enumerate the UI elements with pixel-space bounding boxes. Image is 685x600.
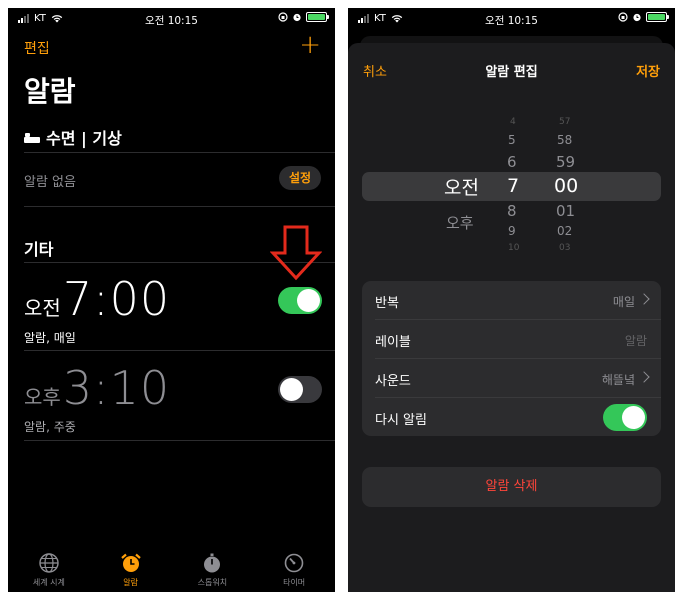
alarm-toggle-off[interactable] [278,376,322,403]
orientation-lock-icon [278,12,288,22]
minute-option: 59 [556,153,576,171]
save-button[interactable]: 저장 [636,61,660,80]
edit-alarm-screen: KT 오전 10:15 취소 알람 편집 저장 오전 오후 4 5 6 7 8 [348,8,675,592]
edit-sheet: 취소 알람 편집 저장 오전 오후 4 5 6 7 8 9 10 57 58 5… [348,43,675,592]
red-down-arrow-icon [270,225,322,281]
minute-wheel[interactable]: 57 58 59 00 01 02 03 [554,105,588,275]
sound-label: 사운드 [375,374,411,389]
alarm-period: 오후 [24,385,61,409]
other-section-title: 기타 [24,240,54,259]
chevron-right-icon [638,293,650,305]
alarm-status-icon [293,13,301,22]
status-bar: KT 오전 10:15 [348,8,675,30]
tab-label: 타이머 [283,578,306,587]
repeat-row[interactable]: 반복 매일 [362,281,661,320]
hour-wheel[interactable]: 4 5 6 7 8 9 10 [502,105,530,275]
sleep-section-title: 수면 | 기상 [46,129,122,148]
minute-option: 02 [557,224,573,238]
alarm-time: 7:00 [62,272,171,326]
label-row[interactable]: 레이블 알람 [362,320,661,359]
stopwatch-icon [204,553,221,573]
chevron-right-icon [638,371,650,383]
tab-alarm[interactable]: 알람 [90,544,172,592]
hour-option: 8 [507,202,517,220]
snooze-toggle[interactable] [603,404,647,431]
minute-option-selected: 00 [554,175,579,197]
alarm-period: 오전 [24,296,61,320]
hour-option: 6 [507,153,517,171]
sleep-section-header: 수면 | 기상 [24,125,122,149]
add-alarm-button[interactable]: + [299,32,321,58]
repeat-label: 반복 [375,296,399,311]
alarm-detail: 알람, 매일 [24,331,76,345]
alarm-status-icon [633,13,641,22]
alarm-time: 3:10 [62,361,171,415]
page-title: 알람 [24,75,76,108]
timer-icon [284,553,304,573]
divider [24,440,335,441]
minute-option: 01 [556,202,576,220]
sleep-setup-button[interactable]: 설정 [279,166,321,190]
alarm-detail: 알람, 주중 [24,420,76,434]
alarm-list-screen: KT 오전 10:15 편집 + 알람 수면 | 기상 알람 없음 설정 기타 … [8,8,335,592]
tab-stopwatch[interactable]: 스톱워치 [172,544,254,592]
minute-option: 58 [557,133,573,147]
delete-alarm-button[interactable]: 알람 삭제 [362,467,661,507]
globe-icon [39,553,59,573]
divider [24,350,335,351]
hour-option-selected: 7 [507,175,520,197]
tab-label: 세계 시계 [32,578,65,587]
alarm-clock-icon [120,553,141,572]
alarm-toggle-on[interactable] [278,287,322,314]
minute-option: 03 [559,243,571,253]
hour-option: 4 [510,117,516,127]
time-picker[interactable]: 오전 오후 4 5 6 7 8 9 10 57 58 59 00 01 02 0… [362,105,661,275]
sound-row[interactable]: 사운드 해뜰녘 [362,359,661,398]
period-option-selected: 오전 [444,177,479,199]
orientation-lock-icon [618,12,628,22]
alarm-options-group: 반복 매일 레이블 알람 사운드 해뜰녘 다시 알림 [362,281,661,436]
bed-icon [24,132,40,143]
tab-label: 알람 [123,578,138,587]
battery-icon [306,12,329,22]
divider [24,206,335,207]
snooze-row: 다시 알림 [362,398,661,437]
repeat-value: 매일 [612,295,635,309]
hour-option: 9 [508,224,516,238]
status-bar: KT 오전 10:15 [8,8,335,30]
period-option: 오후 [446,214,474,232]
battery-icon [646,12,669,22]
tab-world-clock[interactable]: 세계 시계 [8,544,90,592]
tab-timer[interactable]: 타이머 [253,544,335,592]
minute-option: 57 [559,117,571,127]
period-wheel[interactable]: 오전 오후 [444,105,484,275]
label-field-input[interactable]: 알람 [625,332,647,349]
tab-label: 스톱워치 [197,578,228,587]
edit-button[interactable]: 편집 [24,38,50,58]
no-alarm-text: 알람 없음 [24,175,76,190]
sheet-title: 알람 편집 [485,65,538,80]
hour-option: 10 [508,243,520,253]
label-field-label: 레이블 [375,335,411,350]
hour-option: 5 [508,133,516,147]
tab-bar: 세계 시계 알람 스톱워치 타이머 [8,544,335,592]
sound-value: 해뜰녘 [601,373,635,387]
divider [24,152,335,153]
snooze-label: 다시 알림 [375,413,427,428]
